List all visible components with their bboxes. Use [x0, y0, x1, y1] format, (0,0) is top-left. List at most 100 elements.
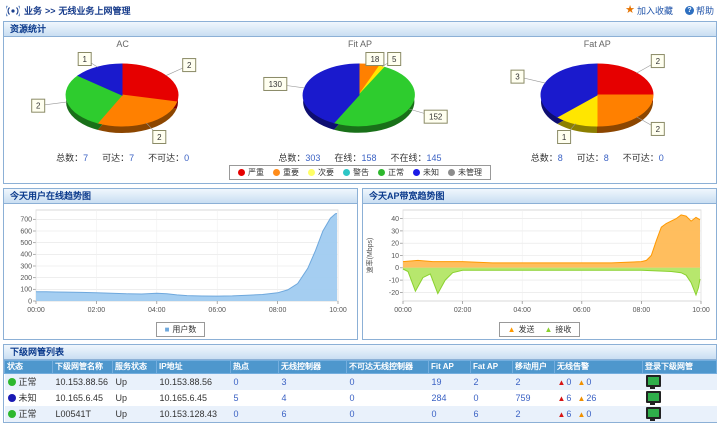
mobile-users-cell[interactable]: 2 [513, 373, 555, 390]
series-marker-icon: ■ [165, 326, 170, 334]
status-legend-item-次要: 次要 [308, 167, 334, 178]
svg-text:2: 2 [187, 61, 192, 70]
login-monitor-icon[interactable] [646, 375, 661, 387]
column-header-登录下级网管[interactable]: 登录下级网管 [643, 361, 717, 374]
major-alarm-icon: ▲ [577, 410, 585, 419]
svg-text:10: 10 [391, 253, 399, 260]
breadcrumb-root-link[interactable]: 业务 [24, 6, 42, 16]
status-icon [8, 394, 16, 402]
ac-count-cell[interactable]: 6 [279, 406, 347, 422]
status-dot-icon [238, 169, 245, 176]
login-monitor-icon[interactable] [646, 407, 661, 419]
status-dot-icon [378, 169, 385, 176]
pie-stats: 总数：7可达：7不可达：0 [4, 151, 241, 164]
help-link[interactable]: ? 帮助 [685, 4, 714, 17]
column-header-不可达无线控制器[interactable]: 不可达无线控制器 [347, 361, 429, 374]
pie-stats: 总数：8可达：8不可达：0 [479, 151, 716, 164]
unreachable-ac-cell[interactable]: 0 [347, 406, 429, 422]
mobile-users-cell[interactable]: 759 [513, 390, 555, 406]
svg-text:速率(Mbps): 速率(Mbps) [365, 238, 374, 274]
svg-text:3: 3 [515, 73, 520, 82]
pie-stat-总数: 总数：8 [531, 153, 563, 163]
pie-stat-总数: 总数：7 [56, 153, 88, 163]
page-title: 无线业务上网管理 [59, 6, 131, 16]
major-alarm-icon: ▲ [577, 394, 585, 403]
ap-bandwidth-legend: ▲发送 ▲接收 [363, 321, 716, 339]
add-favorite-link[interactable]: ★ 加入收藏 [625, 4, 673, 17]
svg-text:08:00: 08:00 [269, 307, 287, 314]
user-trend-panel: 今天用户在线趋势图 010020030040050060070000:0002:… [3, 188, 358, 340]
nms-name-cell: L00541T [53, 406, 113, 422]
column-header-移动用户[interactable]: 移动用户 [513, 361, 555, 374]
fit-ap-cell[interactable]: 0 [429, 406, 471, 422]
status-dot-icon [413, 169, 420, 176]
login-nms-cell[interactable] [643, 406, 717, 422]
series-legend-item-用户数: ■用户数 [165, 324, 197, 335]
series-legend-item-接收: ▲接收 [545, 324, 572, 335]
svg-text:5: 5 [392, 55, 397, 64]
service-status-cell: Up [113, 390, 157, 406]
column-header-下级网管名称[interactable]: 下级网管名称 [53, 361, 113, 374]
login-nms-cell[interactable] [643, 373, 717, 390]
help-icon: ? [685, 6, 694, 15]
column-header-Fit AP[interactable]: Fit AP [429, 361, 471, 374]
svg-text:300: 300 [20, 263, 32, 270]
svg-text:06:00: 06:00 [208, 307, 226, 314]
mobile-users-cell[interactable]: 2 [513, 406, 555, 422]
svg-text:1: 1 [562, 133, 567, 142]
svg-text:06:00: 06:00 [573, 307, 591, 314]
svg-text:152: 152 [429, 113, 443, 122]
hotspot-cell[interactable]: 5 [231, 390, 279, 406]
column-header-IP地址[interactable]: IP地址 [157, 361, 231, 374]
svg-text:130: 130 [269, 80, 283, 89]
svg-text:2: 2 [655, 57, 660, 66]
star-icon: ★ [625, 5, 635, 16]
column-header-热点[interactable]: 热点 [231, 361, 279, 374]
fat-ap-cell[interactable]: 0 [471, 390, 513, 406]
ap-bandwidth-title: 今天AP带宽趋势图 [363, 189, 716, 204]
wireless-alarm-cell[interactable]: ▲6▲0 [555, 406, 643, 422]
user-trend-title: 今天用户在线趋势图 [4, 189, 357, 204]
nms-name-cell: 10.153.88.56 [53, 373, 113, 390]
hotspot-cell[interactable]: 0 [231, 406, 279, 422]
wireless-alarm-cell[interactable]: ▲0▲0 [555, 373, 643, 390]
wireless-alarm-cell[interactable]: ▲6▲26 [555, 390, 643, 406]
login-nms-cell[interactable] [643, 390, 717, 406]
svg-text:-10: -10 [389, 278, 399, 285]
fit-ap-cell[interactable]: 284 [429, 390, 471, 406]
unreachable-ac-cell[interactable]: 0 [347, 390, 429, 406]
fit-ap-cell[interactable]: 19 [429, 373, 471, 390]
column-header-Fat AP[interactable]: Fat AP [471, 361, 513, 374]
svg-text:600: 600 [20, 228, 32, 235]
nms-name-cell: 10.165.6.45 [53, 390, 113, 406]
critical-alarm-icon: ▲ [558, 394, 566, 403]
ac-count-cell[interactable]: 3 [279, 373, 347, 390]
wireless-antenna-icon [6, 4, 20, 17]
ip-address-cell: 10.165.6.45 [157, 390, 231, 406]
pie-stat-总数: 总数：303 [278, 153, 320, 163]
status-cell: 正常 [5, 406, 53, 422]
ap-bandwidth-panel: 今天AP带宽趋势图 -20-1001020304000:0002:0004:00… [362, 188, 717, 340]
help-label: 帮助 [696, 4, 714, 17]
add-favorite-label: 加入收藏 [637, 4, 673, 17]
column-header-状态[interactable]: 状态 [5, 361, 53, 374]
subordinate-nms-panel: 下级网管列表 状态下级网管名称服务状态IP地址热点无线控制器不可达无线控制器Fi… [3, 344, 717, 423]
login-monitor-icon[interactable] [646, 391, 661, 403]
critical-alarm-icon: ▲ [558, 378, 566, 387]
ap-bandwidth-chart: -20-1001020304000:0002:0004:0006:0008:00… [363, 204, 711, 316]
resource-stats-title: 资源统计 [4, 22, 716, 37]
column-header-无线控制器[interactable]: 无线控制器 [279, 361, 347, 374]
svg-text:04:00: 04:00 [513, 307, 531, 314]
svg-text:10:00: 10:00 [329, 307, 347, 314]
fat-ap-cell[interactable]: 6 [471, 406, 513, 422]
status-legend-item-重要: 重要 [273, 167, 299, 178]
column-header-服务状态[interactable]: 服务状态 [113, 361, 157, 374]
series-legend-item-发送: ▲发送 [508, 324, 535, 335]
svg-text:04:00: 04:00 [148, 307, 166, 314]
ac-count-cell[interactable]: 4 [279, 390, 347, 406]
unreachable-ac-cell[interactable]: 0 [347, 373, 429, 390]
column-header-无线告警[interactable]: 无线告警 [555, 361, 643, 374]
subordinate-nms-table: 状态下级网管名称服务状态IP地址热点无线控制器不可达无线控制器Fit APFat… [4, 360, 717, 422]
hotspot-cell[interactable]: 0 [231, 373, 279, 390]
fat-ap-cell[interactable]: 2 [471, 373, 513, 390]
